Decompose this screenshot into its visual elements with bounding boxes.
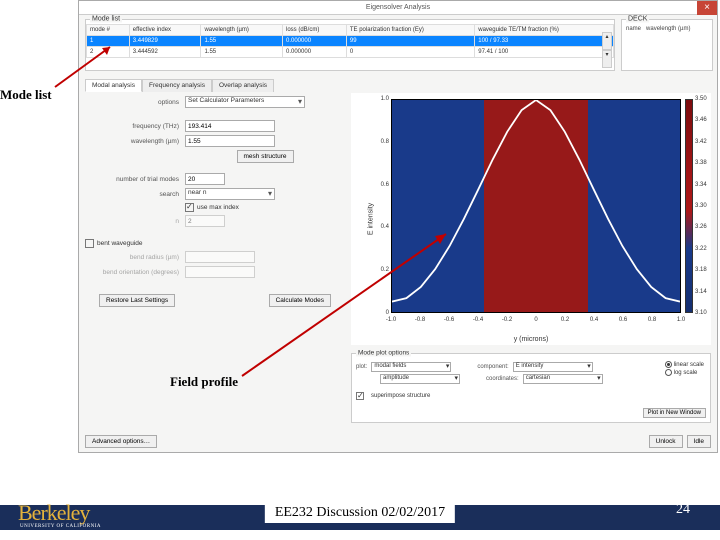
trial-input[interactable] [185,173,225,185]
log-label: log scale [674,370,698,376]
col-wg[interactable]: waveguide TE/TM fraction (%) [475,25,614,36]
plot-area: E intensity 0 0.2 0.4 0.6 0.8 1.0 -1.0 -… [351,93,711,345]
table-row[interactable]: 1 3.449829 1.55 0.000000 99 100 / 97.33 [87,36,614,47]
linear-radio[interactable] [665,361,672,368]
options-select[interactable]: Set Calculator Parameters [185,96,305,108]
bent-label: bent waveguide [97,240,143,247]
colorbar: 3.50 3.46 3.42 3.38 3.34 3.30 3.26 3.22 … [685,99,709,313]
deck-name-label: name [626,26,641,32]
plot-opts-header: Mode plot options [356,350,411,357]
scale-group: linear scale log scale [665,360,704,377]
plot-type-select[interactable]: modal fields [371,362,451,372]
search-label: search [85,191,185,198]
plot-options-panel: Mode plot options plot: modal fields com… [351,353,711,423]
advanced-button[interactable]: Advanced options… [85,435,157,448]
window-title: Eigensolver Analysis [366,1,430,15]
log-radio[interactable] [665,369,672,376]
mode-table[interactable]: mode # effective index wavelength (µm) l… [86,24,614,58]
chevron-down-icon[interactable]: ▾ [602,50,612,68]
page-number: 24 [676,502,690,518]
col-mode[interactable]: mode # [87,25,130,36]
deck-wl-label: wavelength (µm) [646,26,690,32]
annotation-field-profile: Field profile [170,374,238,390]
tab-frequency[interactable]: Frequency analysis [142,79,212,92]
close-icon[interactable]: × [697,1,717,15]
n-input [185,215,225,227]
col-loss[interactable]: loss (dB/cm) [283,25,347,36]
bendrad-input [185,251,255,263]
bendrad-label: bend radius (µm) [85,254,185,261]
plot-yticks: 0 0.2 0.4 0.6 0.8 1.0 [373,99,391,313]
col-neff[interactable]: effective index [129,25,201,36]
freq-input[interactable] [185,120,275,132]
coord-label: coordinates: [486,376,519,382]
bottom-bar: Advanced options… Unlock Idle [85,435,711,448]
titlebar: Eigensolver Analysis × [79,1,717,15]
bendori-label: bend orientation (degrees) [85,269,185,276]
colorbar-ticks: 3.50 3.46 3.42 3.38 3.34 3.30 3.26 3.22 … [695,99,709,313]
plot-type-label: plot: [356,364,367,370]
berkeley-logo: Berkeley UNIVERSITY OF CALIFORNIA [18,500,101,529]
options-label: options [85,99,185,106]
linear-label: linear scale [674,362,704,368]
col-wl[interactable]: wavelength (µm) [201,25,283,36]
superimpose-checkbox[interactable] [356,392,364,400]
options-panel: options Set Calculator Parameters freque… [85,93,345,343]
footer-text: EE232 Discussion 02/02/2017 [265,503,455,523]
superimpose-label: superimpose structure [371,393,430,399]
scroll-arrows[interactable]: ▴ ▾ [602,32,612,68]
search-select[interactable]: near n [185,188,275,200]
plot-new-window-button[interactable]: Plot in New Window [643,408,706,418]
calc-button[interactable]: Calculate Modes [269,294,331,307]
slide-footer: Berkeley UNIVERSITY OF CALIFORNIA EE232 … [0,495,720,540]
wl-input[interactable] [185,135,275,147]
mode-list-header: Mode list [90,16,122,23]
usemax-label: use max index [197,204,239,211]
deck-panel: DECK name wavelength (µm) [621,19,713,71]
usemax-checkbox[interactable] [185,203,194,212]
col-te[interactable]: TE polarization fraction (Ey) [346,25,474,36]
mode-list-panel: Mode list mode # effective index wavelen… [85,19,615,71]
coord-select[interactable]: cartesian [523,374,603,384]
bendori-input [185,266,255,278]
plot-xticks: -1.0 -0.8 -0.6 -0.4 -0.2 0 0.2 0.4 0.6 0… [391,317,681,327]
component-label: component: [477,364,508,370]
unlock-button[interactable]: Unlock [649,435,683,448]
deck-header: DECK [626,16,649,23]
bent-checkbox[interactable] [85,239,94,248]
trial-label: number of trial modes [85,176,185,183]
tabs: Modal analysis Frequency analysis Overla… [85,79,274,92]
mesh-button[interactable]: mesh structure [237,150,294,163]
tab-modal[interactable]: Modal analysis [85,79,142,92]
freq-label: frequency (THz) [85,123,185,130]
amplitude-select[interactable]: amplitude [380,374,460,384]
field-curve [392,100,680,313]
wl-label: wavelength (µm) [85,138,185,145]
colorbar-gradient [685,99,693,313]
tab-overlap[interactable]: Overlap analysis [212,79,274,92]
chevron-up-icon[interactable]: ▴ [602,32,612,50]
plot-xlabel: y (microns) [514,336,549,343]
annotation-mode-list: Mode list [0,87,52,103]
restore-button[interactable]: Restore Last Settings [99,294,175,307]
plot-canvas [391,99,681,313]
idle-button[interactable]: Idle [687,435,711,448]
table-row[interactable]: 2 3.444592 1.55 0.000000 0 97.41 / 100 [87,47,614,58]
n-label: n [85,218,185,225]
component-select[interactable]: E intensity [513,362,593,372]
